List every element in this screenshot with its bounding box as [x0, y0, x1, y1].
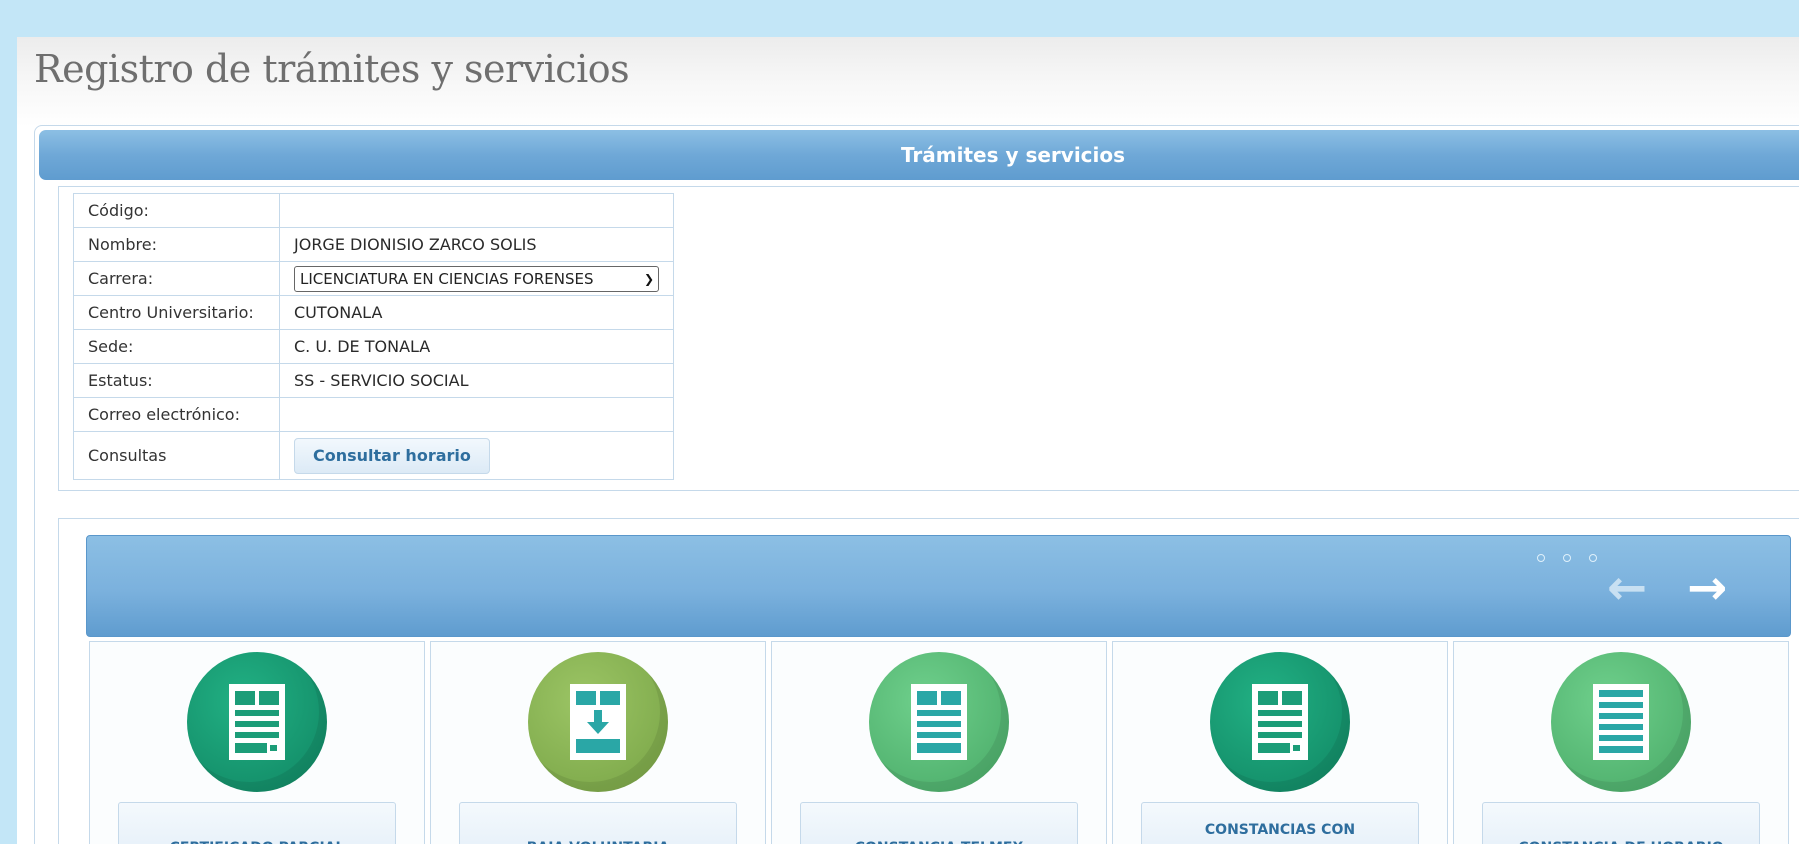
- service-card-certificado-parcial[interactable]: CERTIFICADO PARCIAL: [89, 641, 425, 844]
- carousel-dot[interactable]: [1537, 554, 1545, 562]
- chevron-down-icon: ❯: [643, 271, 654, 286]
- consultar-horario-button[interactable]: Consultar horario: [294, 437, 490, 474]
- codigo-label: Código:: [73, 193, 280, 228]
- info-row-carrera: Carrera: LICENCIATURA EN CIENCIAS FORENS…: [73, 261, 674, 296]
- service-card-constancias-con[interactable]: CONSTANCIAS CON: [1112, 641, 1448, 844]
- service-label: CONSTANCIA TELMEX: [800, 802, 1078, 844]
- info-row-correo: Correo electrónico:: [73, 397, 674, 432]
- correo-label: Correo electrónico:: [73, 397, 280, 432]
- student-info-table: Código: Nombre: JORGE DIONISIO ZARCO SOL…: [73, 193, 674, 480]
- document-icon: [187, 652, 327, 792]
- service-label: BAJA VOLUNTARIA: [459, 802, 737, 844]
- info-row-centro: Centro Universitario: CUTONALA: [73, 295, 674, 330]
- service-card-constancia-de-horario[interactable]: CONSTANCIA DE HORARIO: [1453, 641, 1789, 844]
- carrera-selected-value: LICENCIATURA EN CIENCIAS FORENSES: [300, 269, 594, 288]
- service-label: CERTIFICADO PARCIAL: [118, 802, 396, 844]
- info-row-estatus: Estatus: SS - SERVICIO SOCIAL: [73, 363, 674, 398]
- correo-value: [279, 397, 674, 432]
- student-info-box: Código: Nombre: JORGE DIONISIO ZARCO SOL…: [58, 186, 1799, 491]
- service-cards: CERTIFICADO PARCIAL BAJA: [89, 641, 1789, 844]
- sede-label: Sede:: [73, 329, 280, 364]
- download-document-icon: [528, 652, 668, 792]
- document-icon: [1210, 652, 1350, 792]
- estatus-label: Estatus:: [73, 363, 280, 398]
- arrow-left-icon[interactable]: ←: [1607, 564, 1647, 612]
- carousel-dot[interactable]: [1563, 554, 1571, 562]
- carrera-select[interactable]: LICENCIATURA EN CIENCIAS FORENSES ❯: [294, 265, 659, 292]
- nombre-value: JORGE DIONISIO ZARCO SOLIS: [279, 227, 674, 262]
- tramites-panel: Trámites y servicios Código: Nombre: JOR…: [34, 125, 1799, 844]
- carousel-header: ← →: [86, 535, 1791, 637]
- sede-value: C. U. DE TONALA: [279, 329, 674, 364]
- panel-header: Trámites y servicios: [39, 130, 1799, 180]
- codigo-value: [279, 193, 674, 228]
- service-card-constancia-telmex[interactable]: CONSTANCIA TELMEX: [771, 641, 1107, 844]
- info-row-consultas: Consultas Consultar horario: [73, 431, 674, 480]
- list-document-icon: [1551, 652, 1691, 792]
- carrera-cell: LICENCIATURA EN CIENCIAS FORENSES ❯: [279, 261, 674, 296]
- page: Registro de trámites y servicios Trámite…: [17, 37, 1799, 844]
- nombre-label: Nombre:: [73, 227, 280, 262]
- carrera-label: Carrera:: [73, 261, 280, 296]
- info-row-sede: Sede: C. U. DE TONALA: [73, 329, 674, 364]
- centro-value: CUTONALA: [279, 295, 674, 330]
- centro-label: Centro Universitario:: [73, 295, 280, 330]
- consultas-cell: Consultar horario: [279, 431, 674, 480]
- carousel-dot[interactable]: [1589, 554, 1597, 562]
- info-row-nombre: Nombre: JORGE DIONISIO ZARCO SOLIS: [73, 227, 674, 262]
- page-title: Registro de trámites y servicios: [34, 47, 630, 91]
- info-row-codigo: Código:: [73, 193, 674, 228]
- services-box: ← → CONSTANCIAS CON: [58, 518, 1799, 844]
- consultas-label: Consultas: [73, 431, 280, 480]
- carousel-page-indicator: [1537, 554, 1597, 562]
- service-card-baja-voluntaria[interactable]: BAJA VOLUNTARIA: [430, 641, 766, 844]
- service-label: CONSTANCIAS CON: [1141, 802, 1419, 844]
- arrow-right-icon[interactable]: →: [1687, 564, 1727, 612]
- estatus-value: SS - SERVICIO SOCIAL: [279, 363, 674, 398]
- service-label: CONSTANCIA DE HORARIO: [1482, 802, 1760, 844]
- document-icon: [869, 652, 1009, 792]
